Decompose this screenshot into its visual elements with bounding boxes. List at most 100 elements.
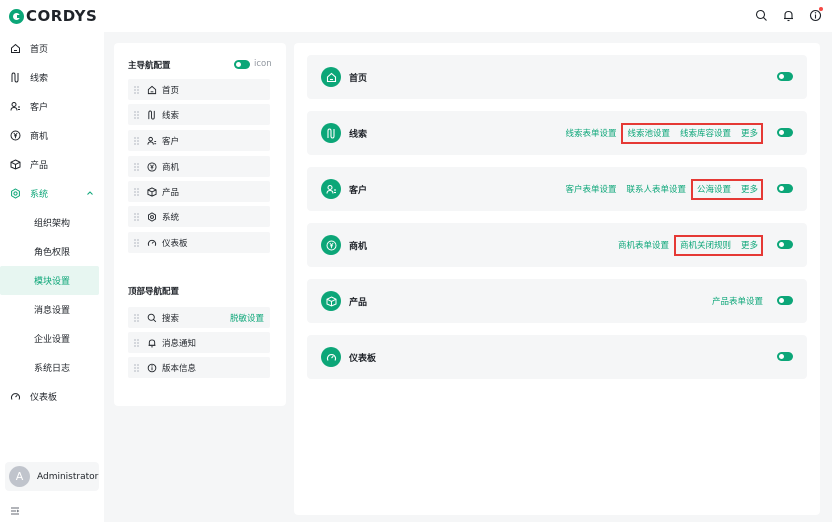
sidebar-item-label: 客户 bbox=[30, 103, 49, 113]
opportunity-close-rules-link[interactable]: 商机关闭规则 bbox=[680, 239, 731, 251]
top-nav-title: 顶部导航配置 bbox=[128, 287, 180, 297]
gauge-icon bbox=[9, 391, 21, 403]
drag-handle-icon[interactable] bbox=[134, 212, 140, 221]
module-name: 商机 bbox=[349, 241, 368, 252]
module-toggle-opportunities[interactable] bbox=[777, 240, 793, 249]
module-toggle-customers[interactable] bbox=[777, 184, 793, 193]
drag-handle-icon[interactable] bbox=[134, 162, 140, 171]
users-icon bbox=[146, 135, 157, 146]
sidebar-subitem-roles[interactable]: 角色权限 bbox=[0, 237, 104, 266]
main-nav-row-products[interactable]: 产品 bbox=[128, 181, 270, 202]
search-icon[interactable] bbox=[755, 9, 768, 22]
highlight-box: 线索池设置 线索库容设置 更多 bbox=[621, 122, 763, 144]
icon-toggle[interactable] bbox=[234, 59, 250, 69]
module-toggle-home[interactable] bbox=[777, 72, 793, 81]
logo[interactable]: CORDYS bbox=[9, 7, 97, 25]
main-nav-row-system[interactable]: 系统 bbox=[128, 206, 270, 227]
main-nav-row-opportunities[interactable]: 商机 bbox=[128, 156, 270, 177]
top-nav-label: 版本信息 bbox=[162, 363, 197, 374]
main-nav-label: 商机 bbox=[162, 162, 180, 173]
product-form-settings-link[interactable]: 产品表单设置 bbox=[712, 295, 763, 307]
customer-form-settings-link[interactable]: 客户表单设置 bbox=[565, 183, 616, 195]
sidebar-item-home[interactable]: 首页 bbox=[0, 34, 104, 63]
module-toggle-products[interactable] bbox=[777, 296, 793, 305]
home-icon bbox=[321, 67, 341, 87]
sidebar-item-system[interactable]: 系统 bbox=[0, 179, 104, 208]
module-toggle-dashboard[interactable] bbox=[777, 352, 793, 361]
gear-icon bbox=[146, 211, 157, 222]
highlight-box: 公海设置 更多 bbox=[690, 178, 763, 200]
main-nav-row-dashboard[interactable]: 仪表板 bbox=[128, 232, 270, 253]
customer-more-link[interactable]: 更多 bbox=[741, 183, 758, 195]
bell-icon[interactable] bbox=[782, 9, 795, 22]
route-icon bbox=[146, 109, 157, 120]
desensitize-settings-link[interactable]: 脱敏设置 bbox=[230, 312, 264, 324]
sidebar-subitem-org[interactable]: 组织架构 bbox=[0, 208, 104, 237]
info-icon bbox=[146, 362, 157, 373]
module-row-customers: 客户 客户表单设置 联系人表单设置 公海设置 更多 bbox=[307, 167, 807, 211]
module-name: 产品 bbox=[349, 297, 368, 308]
drag-handle-icon[interactable] bbox=[134, 313, 140, 322]
drag-handle-icon[interactable] bbox=[134, 110, 140, 119]
main-nav-row-home[interactable]: 首页 bbox=[128, 79, 270, 100]
sidebar-item-leads[interactable]: 线索 bbox=[0, 63, 104, 92]
top-nav-row-search[interactable]: 搜索 脱敏设置 bbox=[128, 307, 270, 328]
sidebar-item-label: 线索 bbox=[30, 74, 49, 84]
module-toggle-leads[interactable] bbox=[777, 128, 793, 137]
main-nav-label: 首页 bbox=[162, 85, 180, 96]
module-name: 线索 bbox=[349, 129, 368, 140]
sidebar-subitem-logs[interactable]: 系统日志 bbox=[0, 353, 104, 382]
drag-handle-icon[interactable] bbox=[134, 338, 140, 347]
logo-mark-icon bbox=[9, 8, 24, 24]
user-name: Administrator bbox=[37, 471, 99, 482]
public-sea-settings-link[interactable]: 公海设置 bbox=[697, 183, 731, 195]
sidebar-item-label: 商机 bbox=[30, 132, 49, 142]
top-nav-row-notifications[interactable]: 消息通知 bbox=[128, 332, 270, 353]
lead-form-settings-link[interactable]: 线索表单设置 bbox=[565, 127, 616, 139]
box-icon bbox=[146, 186, 157, 197]
info-icon[interactable] bbox=[809, 7, 823, 22]
main-nav-label: 系统 bbox=[162, 212, 180, 223]
gauge-icon bbox=[321, 347, 341, 367]
lead-pool-settings-link[interactable]: 线索池设置 bbox=[627, 127, 670, 139]
collapse-menu-icon[interactable] bbox=[10, 506, 20, 519]
sidebar-item-customers[interactable]: 客户 bbox=[0, 92, 104, 121]
lead-capacity-settings-link[interactable]: 线索库容设置 bbox=[680, 127, 731, 139]
lead-more-link[interactable]: 更多 bbox=[741, 127, 758, 139]
user-profile[interactable]: A Administrator bbox=[5, 462, 99, 491]
opportunity-form-settings-link[interactable]: 商机表单设置 bbox=[618, 239, 669, 251]
drag-handle-icon[interactable] bbox=[134, 238, 140, 247]
gear-icon bbox=[9, 188, 21, 200]
main-nav-row-customers[interactable]: 客户 bbox=[128, 130, 270, 151]
main-nav-row-leads[interactable]: 线索 bbox=[128, 104, 270, 125]
nav-config-panel: 主导航配置 icon 首页 线索 客户 商机 产品 系统 仪表板 顶部导航配置 bbox=[114, 43, 286, 406]
module-row-dashboard: 仪表板 bbox=[307, 335, 807, 379]
drag-handle-icon[interactable] bbox=[134, 187, 140, 196]
top-bar: CORDYS bbox=[0, 0, 832, 32]
sidebar-subitem-modules[interactable]: 模块设置 bbox=[0, 266, 99, 295]
sidebar-item-label: 首页 bbox=[30, 45, 49, 55]
drag-handle-icon[interactable] bbox=[134, 85, 140, 94]
users-icon bbox=[9, 101, 21, 113]
opportunity-more-link[interactable]: 更多 bbox=[741, 239, 758, 251]
box-icon bbox=[9, 159, 21, 171]
sidebar-subitem-messages[interactable]: 消息设置 bbox=[0, 295, 104, 324]
drag-handle-icon[interactable] bbox=[134, 363, 140, 372]
sidebar-subitem-company[interactable]: 企业设置 bbox=[0, 324, 104, 353]
avatar: A bbox=[9, 466, 30, 487]
module-name: 仪表板 bbox=[349, 353, 377, 364]
route-icon bbox=[9, 72, 21, 84]
gauge-icon bbox=[146, 237, 157, 248]
sidebar-item-opportunities[interactable]: 商机 bbox=[0, 121, 104, 150]
users-icon bbox=[321, 179, 341, 199]
chevron-up-icon bbox=[86, 189, 94, 200]
top-nav-row-version[interactable]: 版本信息 bbox=[128, 357, 270, 378]
module-row-leads: 线索 线索表单设置 线索池设置 线索库容设置 更多 bbox=[307, 111, 807, 155]
sidebar-item-products[interactable]: 产品 bbox=[0, 150, 104, 179]
notification-dot bbox=[819, 7, 823, 11]
drag-handle-icon[interactable] bbox=[134, 136, 140, 145]
box-icon bbox=[321, 291, 341, 311]
sidebar-item-dashboard[interactable]: 仪表板 bbox=[0, 382, 104, 411]
contact-form-settings-link[interactable]: 联系人表单设置 bbox=[626, 183, 686, 195]
highlight-box: 商机关闭规则 更多 bbox=[673, 234, 763, 256]
